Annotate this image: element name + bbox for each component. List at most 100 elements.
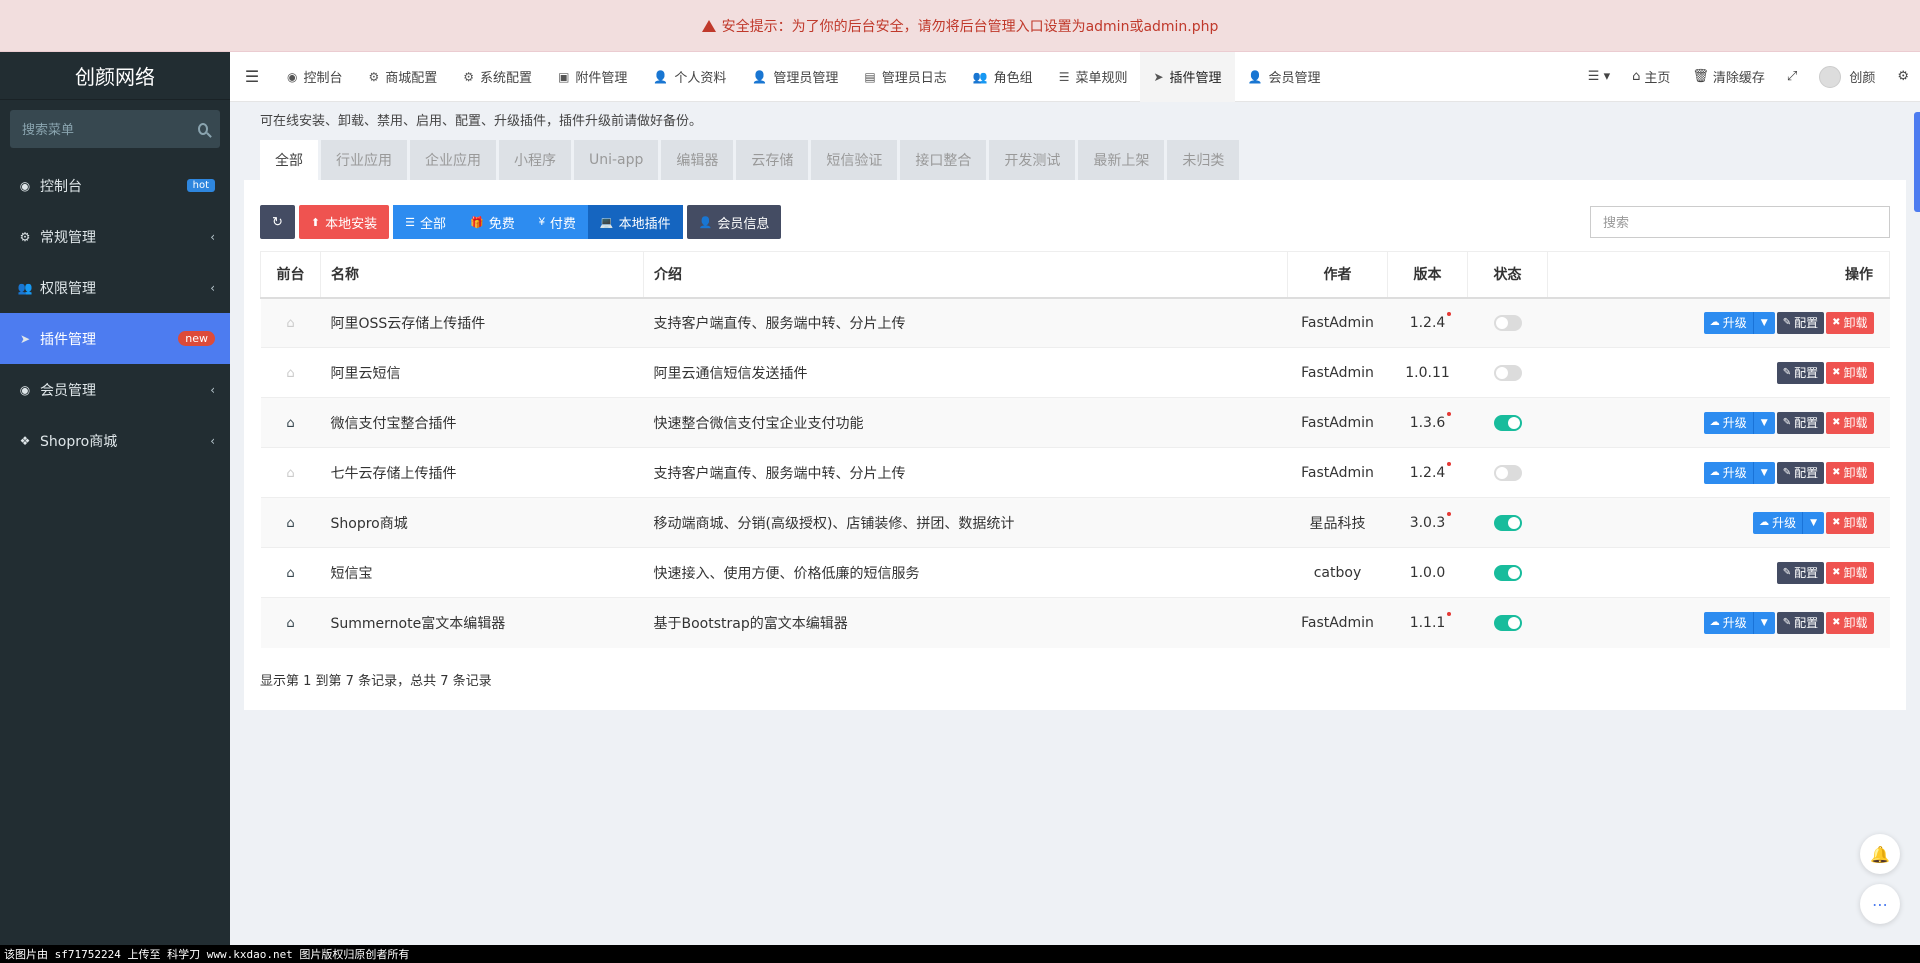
category-tab-1[interactable]: 行业应用: [321, 140, 407, 180]
logo[interactable]: 创颜网络: [0, 52, 230, 100]
sidebar-item-3[interactable]: ➤ 插件管理 new: [0, 313, 230, 364]
upgrade-dropdown-caret-icon[interactable]: ▼: [1752, 611, 1775, 634]
col-intro[interactable]: 介绍: [643, 251, 1288, 299]
sidebar-item-2[interactable]: 👥 权限管理 ‹: [0, 262, 230, 313]
sidebar-item-4[interactable]: ◉ 会员管理 ‹: [0, 364, 230, 415]
sidebar-item-1[interactable]: ⚙ 常规管理 ‹: [0, 211, 230, 262]
filter-paid-button[interactable]: ¥ 付费: [526, 205, 588, 239]
col-frontend[interactable]: 前台: [260, 251, 321, 299]
uninstall-button[interactable]: ✖ 卸载: [1826, 611, 1874, 634]
plugin-version: 1.0.11: [1387, 347, 1468, 398]
cloud-icon: ☁: [1709, 467, 1720, 478]
refresh-button[interactable]: ↻: [260, 205, 295, 239]
status-toggle[interactable]: [1493, 414, 1522, 431]
uninstall-button[interactable]: ✖ 卸载: [1826, 411, 1874, 434]
uninstall-button[interactable]: ✖ 卸载: [1826, 511, 1874, 534]
config-button[interactable]: ✎ 配置: [1776, 461, 1825, 484]
upgrade-button[interactable]: ☁ 升级: [1703, 611, 1753, 634]
nav-tab-10[interactable]: 👤 会员管理: [1235, 52, 1334, 102]
sidebar-toggle-icon[interactable]: ☰: [230, 52, 274, 102]
member-info-button[interactable]: 👤 会员信息: [686, 205, 782, 239]
nav-tab-8[interactable]: ☰ 菜单规则: [1046, 52, 1141, 102]
status-toggle[interactable]: [1493, 564, 1522, 581]
category-tab-5[interactable]: 编辑器: [661, 140, 734, 180]
home-link[interactable]: ⌂ 主页: [1621, 67, 1681, 86]
scroll-handle[interactable]: [1914, 112, 1920, 212]
uninstall-button[interactable]: ✖ 卸载: [1826, 461, 1874, 484]
nav-tab-5[interactable]: 👤 管理员管理: [739, 52, 851, 102]
actions-cell: ☁ 升级 ▼ ✎ 配置 ✖ 卸载: [1547, 297, 1890, 348]
nav-tab-7[interactable]: 👥 角色组: [960, 52, 1046, 102]
upgrade-dropdown-caret-icon[interactable]: ▼: [1752, 311, 1775, 334]
category-tab-3[interactable]: 小程序: [499, 140, 571, 180]
settings-gear-icon[interactable]: ⚙: [1886, 69, 1920, 84]
config-button[interactable]: ✎ 配置: [1776, 361, 1825, 384]
config-button[interactable]: ✎ 配置: [1776, 561, 1825, 584]
nav-tab-4[interactable]: 👤 个人资料: [640, 52, 739, 102]
clear-cache-button[interactable]: 🗑 清除缓存: [1681, 67, 1776, 86]
sidebar-item-0[interactable]: ◉ 控制台 hot: [0, 160, 230, 211]
filter-free-button[interactable]: 🎁 免费: [458, 205, 527, 239]
status-toggle[interactable]: [1493, 314, 1522, 331]
category-tab-2[interactable]: 企业应用: [410, 140, 496, 180]
col-version[interactable]: 版本: [1387, 251, 1468, 299]
actions-cell: ☁ 升级 ▼ ✖ 卸载: [1547, 497, 1890, 548]
col-status[interactable]: 状态: [1467, 251, 1548, 299]
upgrade-dropdown-caret-icon[interactable]: ▼: [1752, 411, 1775, 434]
config-button[interactable]: ✎ 配置: [1776, 411, 1825, 434]
upgrade-button[interactable]: ☁ 升级: [1753, 511, 1803, 534]
status-toggle[interactable]: [1493, 514, 1522, 531]
col-author[interactable]: 作者: [1287, 251, 1388, 299]
chat-icon[interactable]: ⋯: [1860, 884, 1900, 924]
home-icon[interactable]: ⌂: [286, 516, 294, 531]
table-search-input[interactable]: [1590, 206, 1890, 238]
upgrade-button[interactable]: ☁ 升级: [1703, 411, 1753, 434]
notification-bell-icon[interactable]: 🔔: [1860, 834, 1900, 874]
nav-tab-9[interactable]: ➤ 插件管理: [1140, 51, 1235, 102]
status-cell: [1467, 347, 1548, 398]
plugin-intro: 基于Bootstrap的富文本编辑器: [643, 597, 1288, 648]
status-toggle[interactable]: [1493, 364, 1522, 381]
fullscreen-icon[interactable]: ⤢: [1776, 69, 1808, 84]
nav-tab-3[interactable]: ▣ 附件管理: [545, 52, 640, 102]
nav-tab-2[interactable]: ⚙ 系统配置: [450, 52, 545, 102]
uninstall-button[interactable]: ✖ 卸载: [1826, 561, 1874, 584]
category-tab-7[interactable]: 短信验证: [811, 140, 898, 180]
status-toggle[interactable]: [1493, 614, 1522, 631]
filter-local-button[interactable]: 💻 本地插件: [587, 205, 683, 239]
category-tab-0[interactable]: 全部: [260, 140, 318, 180]
plugin-version: 1.2.4: [1387, 447, 1468, 498]
user-menu[interactable]: 创颜: [1808, 65, 1886, 88]
home-icon[interactable]: ⌂: [286, 566, 294, 581]
category-tab-6[interactable]: 云存储: [736, 140, 809, 180]
more-menu-icon[interactable]: ☰ ▾: [1577, 69, 1621, 84]
sidebar-item-5[interactable]: ❖ Shopro商城 ‹: [0, 415, 230, 466]
upgrade-button[interactable]: ☁ 升级: [1703, 461, 1753, 484]
menu-search-input[interactable]: [22, 121, 198, 137]
status-toggle[interactable]: [1493, 464, 1522, 481]
category-tab-10[interactable]: 最新上架: [1078, 140, 1165, 180]
cloud-icon: ☁: [1709, 417, 1720, 428]
category-tab-11[interactable]: 未归类: [1167, 140, 1240, 180]
nav-tab-6[interactable]: ▤ 管理员日志: [851, 52, 959, 102]
upgrade-dropdown-caret-icon[interactable]: ▼: [1752, 461, 1775, 484]
uninstall-button[interactable]: ✖ 卸载: [1826, 311, 1874, 334]
category-tab-8[interactable]: 接口整合: [900, 140, 987, 180]
uninstall-button[interactable]: ✖ 卸载: [1826, 361, 1874, 384]
category-tab-4[interactable]: Uni-app: [574, 140, 659, 180]
upgrade-dropdown-caret-icon[interactable]: ▼: [1802, 511, 1825, 534]
upgrade-button[interactable]: ☁ 升级: [1703, 311, 1753, 334]
local-install-button[interactable]: ⬆ 本地安装: [298, 205, 390, 239]
actions-cell: ✎ 配置 ✖ 卸载: [1547, 547, 1890, 598]
filter-all-button[interactable]: ☰ 全部: [393, 205, 459, 239]
home-icon[interactable]: ⌂: [286, 416, 294, 431]
category-tab-9[interactable]: 开发测试: [989, 140, 1076, 180]
nav-tab-0[interactable]: ◉ 控制台: [274, 52, 356, 102]
search-icon[interactable]: [198, 123, 208, 135]
home-icon: ⌂: [286, 315, 295, 331]
col-name[interactable]: 名称: [320, 251, 644, 299]
config-button[interactable]: ✎ 配置: [1776, 611, 1825, 634]
home-icon[interactable]: ⌂: [286, 616, 294, 631]
nav-tab-1[interactable]: ⚙ 商城配置: [356, 52, 451, 102]
config-button[interactable]: ✎ 配置: [1776, 311, 1825, 334]
